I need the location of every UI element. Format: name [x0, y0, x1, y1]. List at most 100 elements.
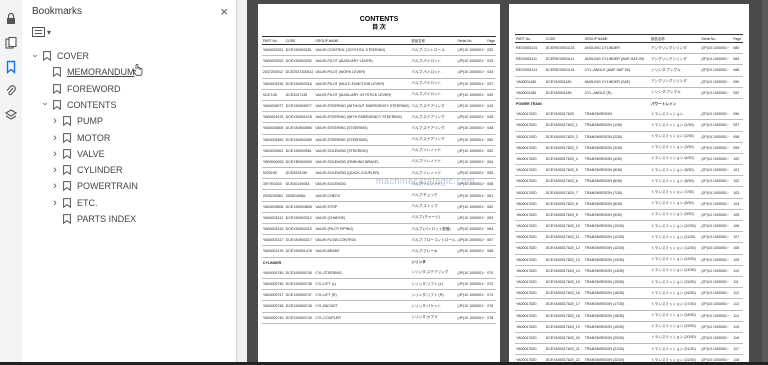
table-row[interactable]: YA00017620 DCEYA00017620_10 TRANSMISSION (…: [515, 220, 743, 233]
table-row[interactable]: YA00017620 DCEYA00017620 TRANSMISSION トランスミ…: [515, 109, 743, 121]
table-row[interactable]: YA00005977 DCEYA0005977 VALVE;STEERING (WI…: [261, 100, 497, 113]
bookmark-item[interactable]: › CYLINDER: [50, 162, 122, 178]
chevron-right-icon[interactable]: ›: [50, 148, 60, 160]
table-cell: CYL; ANGLE (AMF-SAF-05): [583, 64, 651, 77]
table-row[interactable]: YA00017620 DCEYA00017620_11 TRANSMISSION (…: [515, 231, 743, 244]
table-row[interactable]: YA00003459 DCEYA0003459 VALVE;STEERING (ST…: [261, 134, 497, 146]
bookmark-item[interactable]: FOREWORD: [40, 81, 121, 97]
table-row[interactable]: YA00003251 DCEYA0003251 VALVE;CONTROL (JOY…: [261, 44, 497, 57]
table-cell: (JP)10 1000001~: [700, 276, 733, 289]
table-row[interactable]: YA00000747 DCEYA0000747 CYL;LIFT (R) シリンダ;リ…: [261, 289, 497, 302]
table-row[interactable]: YA00017620 DCEYA00017620_4 TRANSMISSION (4…: [515, 153, 743, 166]
bookmark-item[interactable]: PARTS INDEX: [50, 211, 136, 227]
table-row[interactable]: YA00001185 DCEYA0001185 CYL; ANGLE (R) シリンダ…: [515, 87, 743, 99]
table-row[interactable]: YA00003312 DCEYA0003312 VALVE (CHARGE) バルブ …: [261, 212, 497, 225]
table-row[interactable]: YA00017620 DCEYA00017620_12 TRANSMISSION (…: [515, 242, 743, 255]
attachment-icon[interactable]: [4, 84, 18, 98]
table-cell: アングリングシリンダ: [650, 42, 701, 55]
table-row[interactable]: YA00017620 DCEYA00017620_17 TRANSMISSION (…: [515, 298, 743, 311]
table-row[interactable]: REG0001111 DCEREG0001111 ANGLING CYLINDER …: [515, 53, 743, 66]
table-row[interactable]: YA00017620 DCEYA00017620_22 TRANSMISSION (…: [515, 354, 743, 362]
pages-icon[interactable]: [4, 36, 18, 50]
layers-icon[interactable]: [4, 108, 18, 122]
table-row[interactable]: YA00001180 DCEYA0001180 ANGLING CYLINDER (…: [515, 76, 743, 88]
table-row[interactable]: YA00017620 DCEYA00017620_15 TRANSMISSION (…: [515, 276, 743, 289]
chevron-down-icon[interactable]: ⌄: [40, 97, 50, 108]
table-cell: 101: [732, 164, 743, 177]
table-cell: YA00000748: [261, 300, 285, 313]
table-row[interactable]: YA00017620 DCEYA00017620_16 TRANSMISSION (…: [515, 287, 743, 300]
table-row[interactable]: YA00017620 DCEYA00017620_6 TRANSMISSION (6…: [515, 175, 743, 188]
table-cell: TRANSMISSION (6/30): [583, 175, 651, 188]
table-row[interactable]: YA00017620 DCEYA00017620_21 TRANSMISSION (…: [515, 343, 743, 356]
table-row[interactable]: YA00000748 DCEYA0000748 CYL;BUCKET シリンダ;バケッ…: [261, 300, 497, 313]
table-row[interactable]: YA00003316 DCEYA0003316 VALVE;PILOT (MULTI…: [261, 78, 497, 90]
table-row[interactable]: YB00000092 DCEYB0000092 VALVE;SOLENOID (PA…: [261, 156, 497, 169]
table-cell: (JP)10 1000001~: [700, 64, 733, 77]
table-row[interactable]: YA00017620 DCEYA00017620_14 TRANSMISSION (…: [515, 265, 743, 277]
table-row[interactable]: YA00017620 DCEYA00017620_8 TRANSMISSION (8…: [515, 198, 743, 210]
table-row[interactable]: YA00017620 DCEYA00017620_2 TRANSMISSION (2…: [515, 131, 743, 143]
table-row[interactable]: YA00003315 DCEYA0003315 VALVE (PILOT PIPIN…: [261, 223, 497, 236]
bookmark-item[interactable]: ⌄ COVER: [30, 48, 89, 64]
table-row[interactable]: YA00000746 DCEYA0000746 CYL;LIFT (L) シリンダ;リ…: [261, 278, 497, 291]
table-row[interactable]: 2537Z00512 DCE2537Z00512 VALVE;PILOT (WORK…: [261, 66, 497, 79]
table-row[interactable]: YA00017620 DCEYA00017620_9 TRANSMISSION (9…: [515, 209, 743, 222]
table-row[interactable]: YA00017620 DCEYA00017620_7 TRANSMISSION (7…: [515, 186, 743, 199]
table-row[interactable]: YA00017620 DCEYA00017620_18 TRANSMISSION (…: [515, 310, 743, 322]
bookmark-panel-icon[interactable]: [4, 60, 18, 74]
table-cell: DCEYA00017620_9: [544, 209, 584, 222]
bookmark-item[interactable]: MEMORANDUM: [40, 64, 135, 80]
bookmark-item[interactable]: › POWERTRAIN: [50, 178, 138, 194]
bookmark-item[interactable]: ⌄ CONTENTS: [40, 97, 117, 113]
chevron-right-icon[interactable]: ›: [50, 132, 60, 144]
table-row[interactable]: 9247135 DCE9247135 VALVE;PILOT (AUXILIARY …: [261, 89, 497, 101]
table-row[interactable]: CYLINDER シリンダ: [262, 257, 496, 268]
vertical-scrollbar[interactable]: [762, 0, 768, 362]
table-row[interactable]: YA00000745 DCEYA0000745 CYL;STEERING シリンダ;ス…: [261, 267, 497, 279]
table-row[interactable]: YA00017620 DCEYA00017620_13 TRANSMISSION (…: [515, 254, 743, 266]
table-row[interactable]: YA00000749 DCEYA0000749 CYL;COUPLER シリンダ;カプ…: [261, 312, 497, 324]
table-cell: TRANSMISSION: [583, 109, 651, 121]
table-row[interactable]: REG0001101 DCEREG0001101 ANGLING CYLINDER ア…: [515, 42, 743, 55]
bookmark-options-icon[interactable]: [32, 27, 45, 37]
bookmark-item[interactable]: › PUMP: [50, 113, 103, 129]
table-row[interactable]: YA00017620 DCEYA00017620_20 TRANSMISSION (…: [515, 332, 743, 345]
panel-splitter[interactable]: [237, 0, 247, 362]
table-row[interactable]: YA00003806 DCEYA0003806 VALVE;STEERING (ST…: [261, 122, 497, 135]
bookmark-item[interactable]: › MOTOR: [50, 130, 110, 146]
bookmark-label: PUMP: [77, 116, 104, 127]
table-cell: TRANSMISSION (11/30): [583, 231, 651, 244]
table-cell: (JP)10 1000001~: [700, 298, 733, 311]
table-row[interactable]: YA00003317 DCEYA0003317 VALVE;FLOW-CONTROL…: [261, 234, 497, 247]
table-row[interactable]: YA00017620 DCEYA00017620_19 TRANSMISSION (…: [515, 321, 743, 333]
table-row[interactable]: YA00001978 DCEYA0001978 VALVE;STEERING (WI…: [261, 111, 497, 124]
table-row[interactable]: YA00003961 DCEYA0003961 VALVE;SOLENOID (ST…: [261, 145, 497, 157]
table-cell: [314, 257, 410, 268]
chevron-right-icon[interactable]: ›: [50, 180, 60, 192]
table-row[interactable]: YA00001478 DCEYA0001478 VALVE;BRAKE バルブ;ブレー…: [261, 245, 497, 258]
table-cell: トランスミッション (15/30): [650, 276, 701, 289]
chevron-down-icon[interactable]: ⌄: [30, 49, 40, 60]
table-cell: VALVE;SOLENOID (PARKING BRAKE): [314, 156, 411, 169]
table-row[interactable]: YA00017620 DCEYA00017620_5 TRANSMISSION (5…: [515, 164, 743, 177]
chevron-right-icon[interactable]: ›: [50, 197, 60, 209]
table-row[interactable]: REG0001141 DCEREG0001141 CYL; ANGLE (AMF-S…: [515, 64, 743, 77]
watermark: machinecatalogic.com: [376, 176, 476, 186]
chevron-down-icon[interactable]: ▾: [47, 28, 51, 37]
bookmark-item[interactable]: › ETC.: [50, 195, 97, 211]
chevron-right-icon[interactable]: ›: [50, 115, 60, 127]
lock-icon[interactable]: [4, 12, 18, 26]
table-row[interactable]: YA00003806 DCEYA0003806 VALVE;STOP バルブ;ストップ…: [261, 201, 497, 213]
table-cell: YA00017620: [515, 242, 545, 255]
bookmark-item[interactable]: › VALVE: [50, 146, 105, 162]
table-cell: バルブ;フローコントロール: [410, 234, 457, 247]
table-row[interactable]: YA00003292 DCEYA0003292 VALVE;PILOT (AUXIL…: [261, 55, 497, 68]
chevron-right-icon[interactable]: ›: [50, 164, 60, 176]
table-row[interactable]: YA00017620 DCEYA00017620_3 TRANSMISSION (3…: [515, 142, 743, 154]
close-icon[interactable]: ×: [220, 4, 228, 19]
table-row[interactable]: 2535Z40561 2535Z40561 VALVE;CHECK バルブ;チェック(…: [261, 189, 497, 202]
document-page-left: CONTENTS 目 次 PART No. CODE GROUP NAME 部品名称 S…: [258, 4, 500, 362]
table-row[interactable]: YA00017620 DCEYA00017620_1 TRANSMISSION (1…: [515, 119, 743, 132]
table-row[interactable]: POWER TRAIN パワートレイン: [515, 98, 743, 109]
